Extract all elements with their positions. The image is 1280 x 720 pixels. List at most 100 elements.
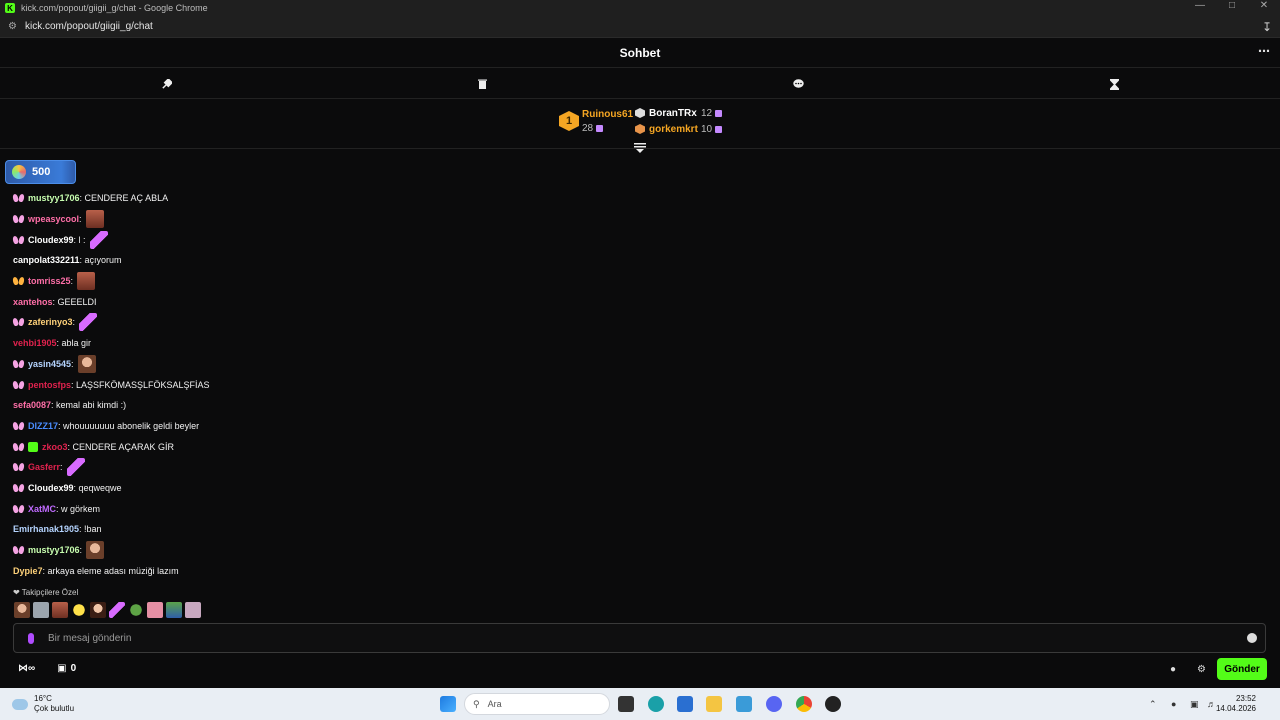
message-input[interactable] [48, 632, 1198, 644]
emote-yellow[interactable] [71, 602, 87, 618]
message-emote[interactable] [77, 354, 96, 373]
edge-icon[interactable] [648, 696, 664, 712]
site-info-icon[interactable]: ⚙ [8, 21, 17, 32]
settings-app-icon[interactable] [736, 696, 752, 712]
store-app-icon[interactable] [677, 696, 693, 712]
message-username[interactable]: sefa0087 [13, 400, 51, 410]
message-emote[interactable] [89, 230, 108, 249]
network-icon[interactable]: ▣ [1190, 699, 1199, 710]
chrome-icon[interactable] [796, 696, 812, 712]
rank-2-icon [635, 108, 645, 118]
store-icon[interactable]: ▣ [57, 663, 66, 674]
send-button[interactable]: Gönder [1217, 658, 1267, 680]
app-icon[interactable] [825, 696, 841, 712]
weather-widget[interactable]: 16°C Çok bulutlu [12, 694, 74, 714]
discord-icon[interactable] [766, 696, 782, 712]
emote-feather[interactable] [109, 602, 125, 618]
volume-icon[interactable]: ♬ [1207, 699, 1216, 709]
rank-1-badge: 1 [559, 111, 579, 131]
emote-cat-pink[interactable] [185, 602, 201, 618]
emote-cat[interactable] [33, 602, 49, 618]
message-username[interactable]: mustyy1706 [28, 193, 80, 203]
emote-photo[interactable] [52, 602, 68, 618]
pinned-amount: 500 [32, 166, 51, 178]
subscriber-badge-icon [13, 442, 24, 452]
message-username[interactable]: canpolat332211 [13, 255, 80, 265]
message-emote[interactable] [86, 541, 105, 560]
message-username[interactable]: wpeasycool [28, 214, 79, 224]
message-username[interactable]: mustyy1706 [28, 545, 80, 555]
message-text: : GEEELDI [52, 296, 97, 307]
message-composer[interactable] [13, 623, 1266, 653]
message-username[interactable]: xantehos [13, 297, 53, 307]
message-username[interactable]: DIZZ17 [28, 421, 58, 431]
system-clock[interactable]: 23:52 14.04.2026 [1216, 694, 1256, 714]
message-username[interactable]: Cloudex99 [28, 483, 74, 493]
emote-face[interactable] [14, 602, 30, 618]
message-username[interactable]: yasin4545 [28, 359, 71, 369]
weather-condition: Çok bulutlu [34, 704, 75, 713]
microphone-tray-icon[interactable]: ● [1171, 699, 1176, 709]
tray-chevron-icon[interactable]: ⌃ [1149, 699, 1157, 710]
message-username[interactable]: Dypie7 [13, 566, 43, 576]
download-icon[interactable]: ↧ [1262, 20, 1272, 34]
hammer-icon[interactable] [159, 77, 173, 91]
chat-message: DIZZ17: whouuuuuuu abonelik geldi beyler [13, 416, 613, 437]
emote-pink[interactable] [147, 602, 163, 618]
gift-icon [715, 109, 723, 117]
task-view-icon[interactable] [618, 696, 634, 712]
taskbar-search[interactable]: ⚲ Ara [464, 693, 610, 715]
subscriber-badge-icon [13, 317, 24, 327]
leaderboard-second-name[interactable]: BoranTRx [649, 108, 697, 119]
more-options-icon[interactable]: ⋯ [1258, 44, 1270, 58]
channel-points[interactable]: ⋈∞ ▣ 0 [18, 663, 76, 674]
close-button[interactable]: ✕ [1248, 0, 1280, 11]
minimize-button[interactable]: — [1184, 0, 1216, 11]
chat-bubble-icon[interactable] [791, 77, 805, 91]
message-text: : [72, 317, 76, 328]
message-emote[interactable] [85, 210, 104, 229]
trash-icon[interactable] [475, 77, 489, 91]
message-username[interactable]: Gasferr [28, 462, 60, 472]
pinned-kicks-gift[interactable]: 500 [5, 160, 76, 184]
windows-start-icon[interactable] [440, 696, 456, 712]
message-text: : abla gir [56, 338, 92, 349]
message-username[interactable]: pentosfps [28, 380, 71, 390]
message-username[interactable]: zaferinyo3 [28, 317, 73, 327]
chat-settings-bubble-icon[interactable]: ● [1170, 664, 1180, 675]
message-emote[interactable] [79, 313, 98, 332]
message-username[interactable]: Emirhanak1905 [13, 524, 79, 534]
url-text[interactable]: kick.com/popout/giigii_g/chat [25, 21, 153, 32]
message-username[interactable]: vehbi1905 [13, 338, 57, 348]
chat-message: canpolat332211: açıyorum [13, 250, 613, 271]
emote-frog[interactable] [128, 602, 144, 618]
message-username[interactable]: zkoo3 [42, 442, 68, 452]
leaderboard-first-count: 28 [582, 123, 604, 134]
windows-taskbar: 16°C Çok bulutlu ⚲ Ara ⌃ ● ▣ ♬ 23:52 14.… [0, 688, 1280, 720]
scroll-to-bottom-icon[interactable] [634, 143, 646, 153]
emote-girl[interactable] [90, 602, 106, 618]
emote-pepe[interactable] [166, 602, 182, 618]
message-emote[interactable] [66, 458, 85, 477]
window-controls: — □ ✕ [1184, 0, 1280, 11]
heart-icon: ❤ [13, 588, 20, 597]
message-emote[interactable] [77, 272, 96, 291]
kicks-coin-icon [12, 165, 26, 179]
gear-icon[interactable]: ⚙ [1197, 664, 1207, 675]
leaderboard-third-name[interactable]: gorkemkrt [649, 124, 698, 135]
maximize-button[interactable]: □ [1216, 0, 1248, 11]
microphone-icon[interactable] [28, 632, 34, 644]
slow-mode-hourglass-icon[interactable] [1107, 77, 1121, 91]
file-explorer-icon[interactable] [706, 696, 722, 712]
message-username[interactable]: tomriss25 [28, 276, 71, 286]
subscriber-badge-icon [13, 462, 24, 472]
chat-message: tomriss25: [13, 271, 613, 292]
message-username[interactable]: Cloudex99 [28, 235, 74, 245]
emoji-picker-icon[interactable] [1247, 633, 1257, 643]
address-bar[interactable]: ⚙ kick.com/popout/giigii_g/chat ↧ [0, 16, 1280, 38]
leaderboard-first-name[interactable]: Ruinous61 [582, 109, 633, 120]
chat-message: wpeasycool: [13, 209, 613, 230]
chat-message: Dypie7: arkaya eleme adası müziği lazım [13, 560, 613, 581]
message-username[interactable]: XatMC [28, 504, 56, 514]
subscriber-badge-icon [13, 214, 24, 224]
